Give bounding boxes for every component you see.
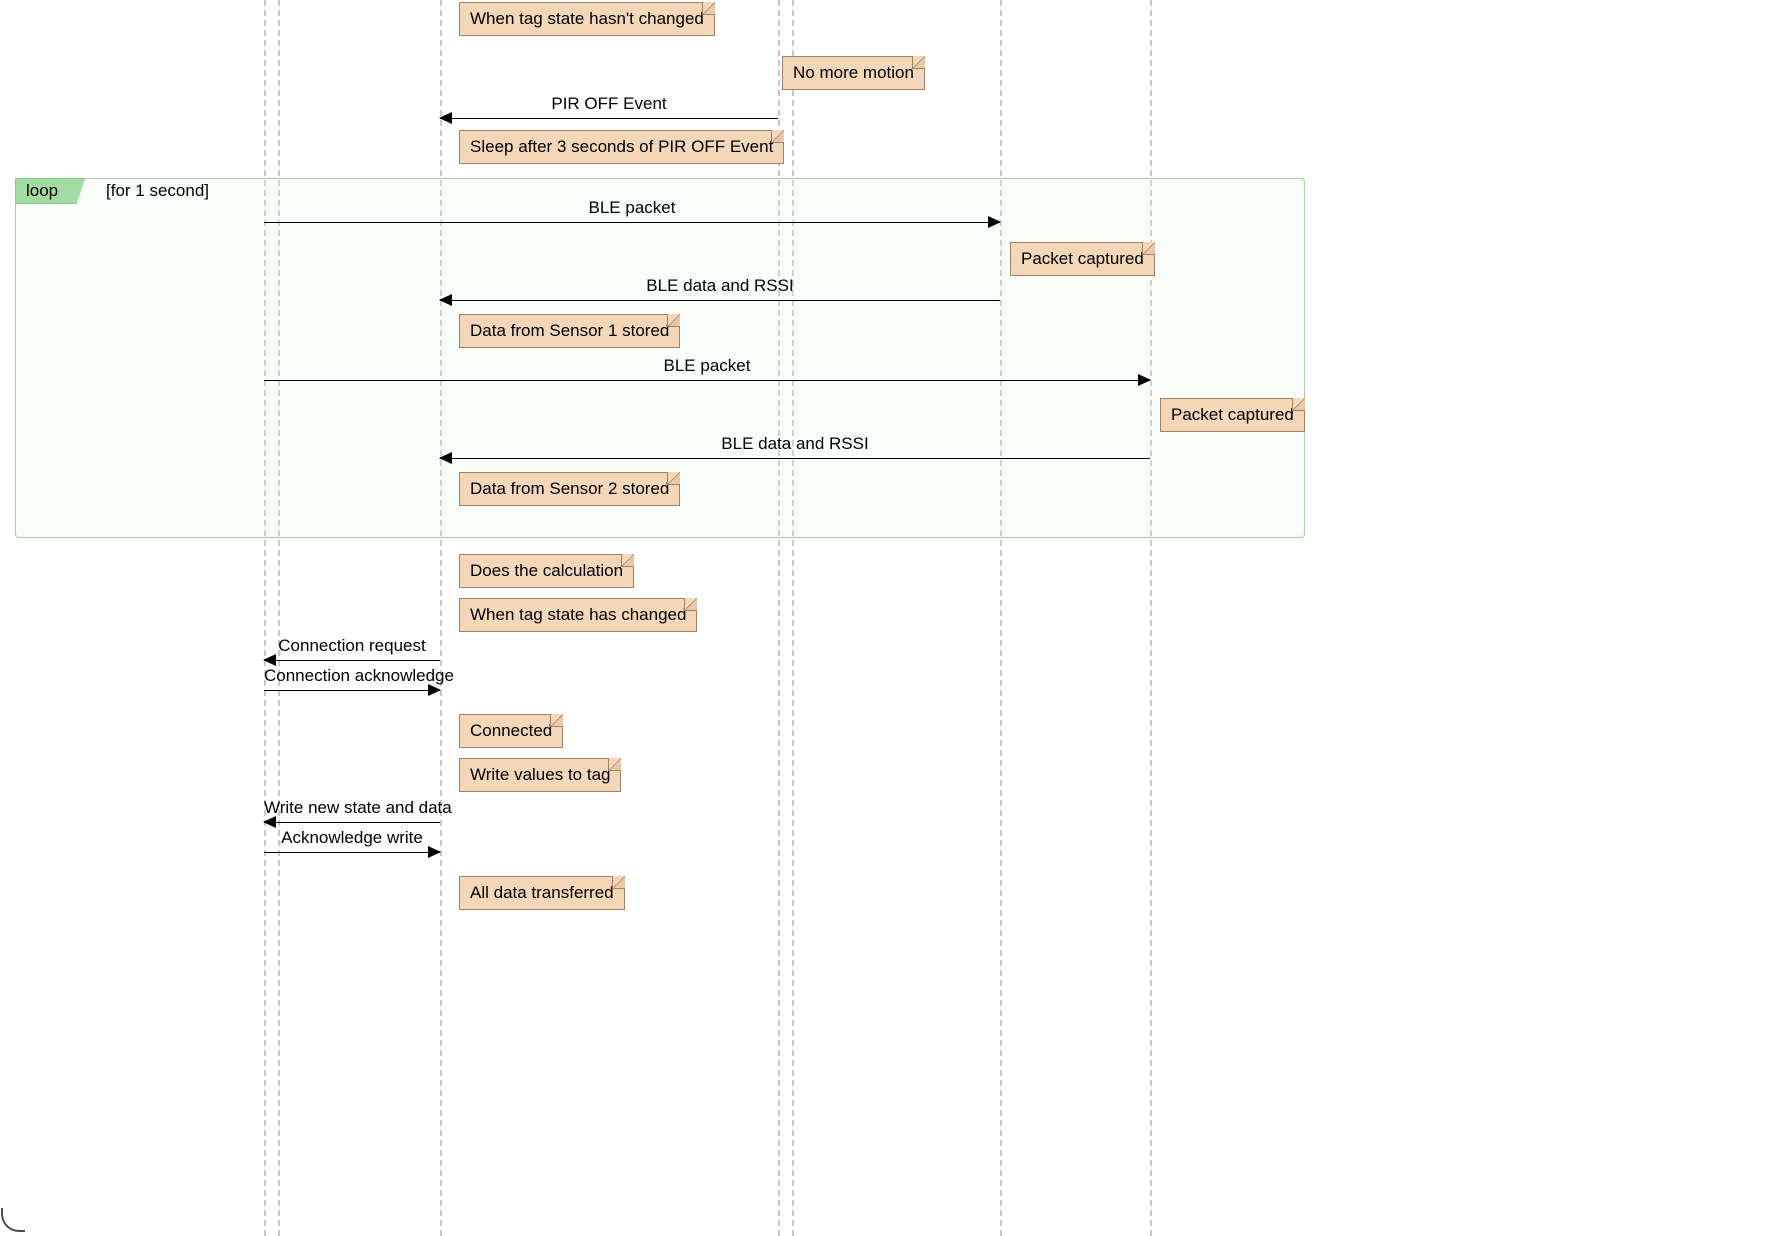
sequence-diagram: When tag state hasn't changed No more mo… [0,0,1778,1236]
note-packet-captured-2: Packet captured [1160,398,1305,432]
note-calculation: Does the calculation [459,554,634,588]
message-pir-off: PIR OFF Event [440,96,778,124]
message-ble-packet-2: BLE packet [264,358,1150,386]
frame-corner [1,1208,25,1232]
arrow-left-icon [439,294,452,306]
message-label: BLE data and RSSI [440,276,1000,296]
note-packet-captured-1: Packet captured [1010,242,1155,276]
message-connection-ack: Connection acknowledge [264,668,440,696]
arrow-right-icon [988,216,1001,228]
message-ble-data-1: BLE data and RSSI [440,278,1000,306]
note-tag-state-changed: When tag state has changed [459,598,697,632]
arrow-right-icon [428,846,441,858]
arrow-left-icon [263,654,276,666]
arrow-left-icon [439,452,452,464]
note-tag-state-unchanged: When tag state hasn't changed [459,2,715,36]
message-label: BLE data and RSSI [440,434,1150,454]
message-label: Connection acknowledge [264,666,440,686]
note-sensor1-stored: Data from Sensor 1 stored [459,314,680,348]
arrow-right-icon [1138,374,1151,386]
message-label: Write new state and data [264,798,440,818]
message-label: BLE packet [264,198,1000,218]
arrow-right-icon [428,684,441,696]
note-sleep-pir-off: Sleep after 3 seconds of PIR OFF Event [459,130,784,164]
message-label: Connection request [264,636,440,656]
message-ble-packet-1: BLE packet [264,200,1000,228]
fragment-operator: loop [15,178,85,204]
note-write-values: Write values to tag [459,758,621,792]
message-label: BLE packet [264,356,1150,376]
message-label: PIR OFF Event [440,94,778,114]
message-ble-data-2: BLE data and RSSI [440,436,1150,464]
note-connected: Connected [459,714,563,748]
message-label: Acknowledge write [264,828,440,848]
note-no-more-motion: No more motion [782,56,925,90]
note-sensor2-stored: Data from Sensor 2 stored [459,472,680,506]
note-all-data-transferred: All data transferred [459,876,625,910]
message-connection-request: Connection request [264,638,440,666]
message-ack-write: Acknowledge write [264,830,440,858]
arrow-left-icon [439,112,452,124]
fragment-guard: [for 1 second] [106,181,209,201]
message-write-state: Write new state and data [264,800,440,828]
arrow-left-icon [263,816,276,828]
